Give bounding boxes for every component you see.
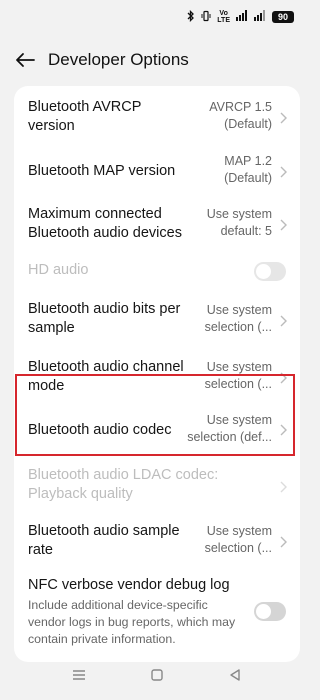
setting-max-connected-devices[interactable]: Maximum connected Bluetooth audio device…: [14, 200, 300, 248]
setting-value: Use system default: 5: [207, 206, 272, 240]
app-header: Developer Options: [0, 40, 314, 80]
setting-label-line: Bluetooth audio bits per: [28, 301, 181, 317]
chevron-right-icon: [280, 536, 287, 548]
back-nav-button[interactable]: [223, 663, 247, 687]
arrow-left-icon: [16, 53, 35, 67]
setting-value-line: (Default): [224, 171, 272, 185]
setting-bluetooth-map-version[interactable]: Bluetooth MAP version MAP 1.2 (Default): [14, 148, 300, 194]
recents-button[interactable]: [67, 663, 91, 687]
setting-bluetooth-sample-rate[interactable]: Bluetooth audio sample rate Use system s…: [14, 516, 300, 564]
highlight-frame: [15, 374, 295, 456]
chevron-right-icon: [280, 166, 287, 178]
setting-bluetooth-avrcp-version[interactable]: Bluetooth AVRCP version AVRCP 1.5 (Defau…: [14, 92, 300, 142]
setting-label: Bluetooth audio LDAC codec: Playback qua…: [28, 466, 218, 504]
setting-label-line: Bluetooth audio LDAC codec:: [28, 467, 219, 483]
setting-label: Bluetooth audio bits per sample: [28, 300, 180, 338]
setting-value-line: AVRCP 1.5: [209, 100, 272, 114]
setting-label: Bluetooth MAP version: [28, 163, 176, 179]
square-home-icon: [151, 669, 163, 681]
setting-label-line: Bluetooth audio sample: [28, 523, 180, 539]
setting-value-line: Use system: [206, 207, 272, 221]
setting-value-line: selection (...: [204, 541, 272, 555]
setting-label: Bluetooth audio sample rate: [28, 522, 180, 560]
setting-hd-audio: HD audio: [14, 254, 300, 288]
setting-value-line: MAP 1.2: [224, 154, 272, 168]
vibrate-icon: [201, 10, 211, 25]
setting-label: Maximum connected Bluetooth audio device…: [28, 205, 182, 243]
setting-label-line: Bluetooth AVRCP: [28, 99, 142, 115]
hd-audio-toggle: [254, 262, 286, 281]
setting-value-line: selection (...: [204, 320, 272, 334]
setting-label: HD audio: [28, 262, 89, 278]
page-title: Developer Options: [48, 50, 189, 69]
setting-label-line: Maximum connected: [28, 206, 162, 222]
setting-bluetooth-ldac-quality: Bluetooth audio LDAC codec: Playback qua…: [14, 464, 300, 510]
setting-label: Bluetooth AVRCP version: [28, 98, 141, 136]
chevron-right-icon: [280, 315, 287, 327]
setting-value-line: default: 5: [220, 224, 272, 238]
chevron-right-icon: [280, 219, 287, 231]
setting-description-line: contain private information.: [28, 632, 176, 646]
menu-lines-icon: [73, 670, 85, 680]
setting-nfc-verbose-log[interactable]: NFC verbose vendor debug log Include add…: [14, 572, 300, 652]
setting-label-line: sample: [28, 320, 75, 336]
setting-label-line: version: [28, 118, 75, 134]
toggle-knob: [256, 264, 271, 279]
bluetooth-icon: [187, 9, 195, 25]
triangle-back-icon: [230, 669, 240, 681]
setting-label: NFC verbose vendor debug log: [28, 577, 230, 593]
volte-top-text: Vo: [219, 10, 228, 17]
setting-label-line: rate: [28, 542, 53, 558]
volte-bottom-text: LTE: [217, 17, 230, 24]
navigation-bar: [0, 650, 314, 700]
setting-label-line: Playback quality: [28, 486, 133, 502]
back-button[interactable]: [10, 45, 40, 75]
home-button[interactable]: [145, 663, 169, 687]
battery-indicator: 90: [272, 11, 294, 23]
setting-bluetooth-bits-per-sample[interactable]: Bluetooth audio bits per sample Use syst…: [14, 294, 300, 344]
setting-value: Use system selection (...: [205, 523, 272, 557]
setting-description: Include additional device-specific vendo…: [28, 597, 243, 648]
chevron-right-icon: [280, 481, 287, 493]
setting-value-line: (Default): [224, 117, 272, 131]
setting-description-line: vendor logs in bug reports, which may: [28, 615, 236, 629]
setting-value-line: Use system: [206, 303, 272, 317]
setting-value: MAP 1.2 (Default): [224, 153, 272, 187]
signal-icon-2: [254, 10, 266, 24]
setting-description-line: Include additional device-specific: [28, 598, 208, 612]
volte-indicator: Vo LTE: [217, 10, 230, 24]
chevron-right-icon: [280, 112, 287, 124]
setting-value: Use system selection (...: [205, 302, 272, 336]
status-bar: Vo LTE 90: [0, 0, 314, 34]
setting-label-line: Bluetooth audio devices: [28, 225, 182, 241]
nfc-log-toggle[interactable]: [254, 602, 286, 621]
setting-value: AVRCP 1.5 (Default): [209, 99, 272, 133]
signal-icon: [236, 10, 248, 24]
setting-value-line: Use system: [206, 524, 272, 538]
toggle-knob: [256, 604, 271, 619]
